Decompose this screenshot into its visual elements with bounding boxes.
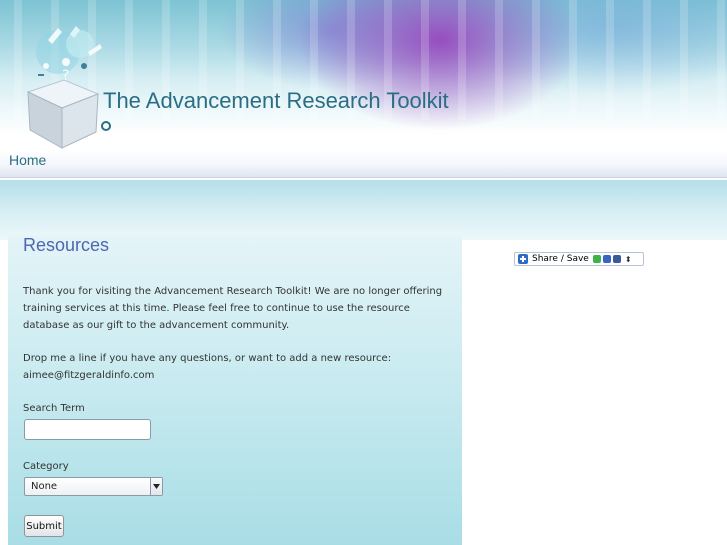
search-input[interactable] (24, 419, 151, 440)
share-save-button[interactable]: Share / Save ⬍ (514, 252, 644, 266)
chevron-down-icon[interactable] (150, 478, 162, 495)
share-save-label: Share / Save (532, 254, 589, 264)
category-select[interactable]: None (24, 477, 163, 496)
intro-paragraph: Thank you for visiting the Advancement R… (23, 286, 443, 331)
expand-toggle-icon[interactable]: ⬍ (625, 255, 632, 264)
submit-button[interactable]: Submit (24, 515, 64, 537)
share-plus-icon (518, 254, 528, 264)
page-title: Resources (23, 235, 110, 255)
category-label: Category (23, 461, 69, 472)
nav-item-home[interactable]: Home (9, 152, 46, 168)
header-band (0, 180, 727, 240)
contact-paragraph: Drop me a line if you have any questions… (23, 353, 392, 381)
category-selected-value: None (31, 481, 58, 492)
bookmark-service-icon[interactable] (602, 255, 611, 263)
site-title: The Advancement Research Toolkit (103, 88, 449, 113)
facebook-icon[interactable] (612, 255, 621, 263)
search-term-label: Search Term (23, 403, 85, 414)
green-service-icon[interactable] (592, 255, 601, 263)
toolkit-cube-logo-icon: ? (26, 26, 111, 149)
main-nav (0, 150, 727, 178)
